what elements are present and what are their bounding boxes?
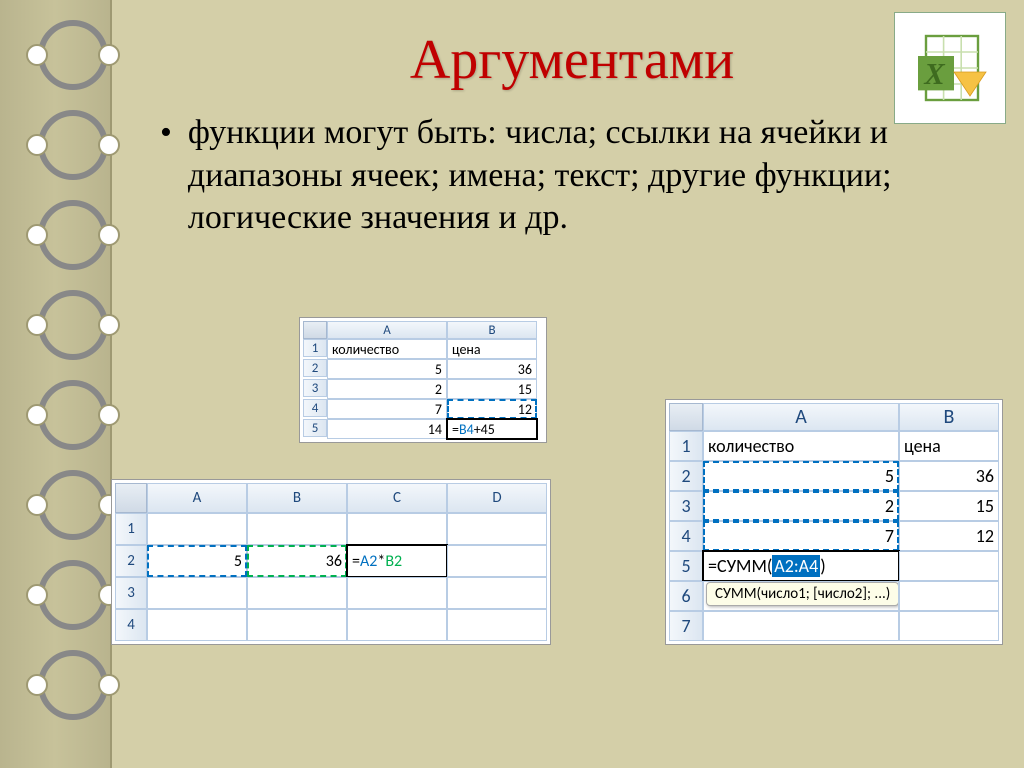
- formula-cell: =B4+45: [447, 419, 537, 439]
- example-table-2: A B C D 1 2 5 36 =A2*B2 3 4: [112, 480, 550, 644]
- svg-text:X: X: [923, 57, 945, 91]
- formula-cell: =A2*B2: [347, 545, 447, 577]
- example-table-1: A B 1 количество цена 2 5 36 3 2 15 4 7: [300, 318, 546, 442]
- body-text: • функции могут быть: числа; ссылки на я…: [160, 112, 964, 240]
- slide-title: Аргументами: [120, 28, 1024, 92]
- formula-cell: =СУММ(A2:A4): [703, 551, 899, 581]
- col-header: A: [327, 321, 447, 339]
- body-paragraph: функции могут быть: числа; ссылки на яче…: [188, 112, 964, 240]
- example-table-3: A B 1 количество цена 2 5 36 3 2 15 4 7: [666, 400, 1002, 644]
- content-area: X Аргументами • функции могут быть: числ…: [120, 0, 1024, 768]
- slide: X Аргументами • функции могут быть: числ…: [0, 0, 1024, 768]
- excel-logo-icon: X: [894, 12, 1006, 124]
- notebook-binding: [0, 0, 112, 768]
- function-tooltip: СУММ(число1; [число2]; ...): [706, 582, 899, 606]
- col-header: B: [447, 321, 537, 339]
- bullet-icon: •: [160, 112, 172, 240]
